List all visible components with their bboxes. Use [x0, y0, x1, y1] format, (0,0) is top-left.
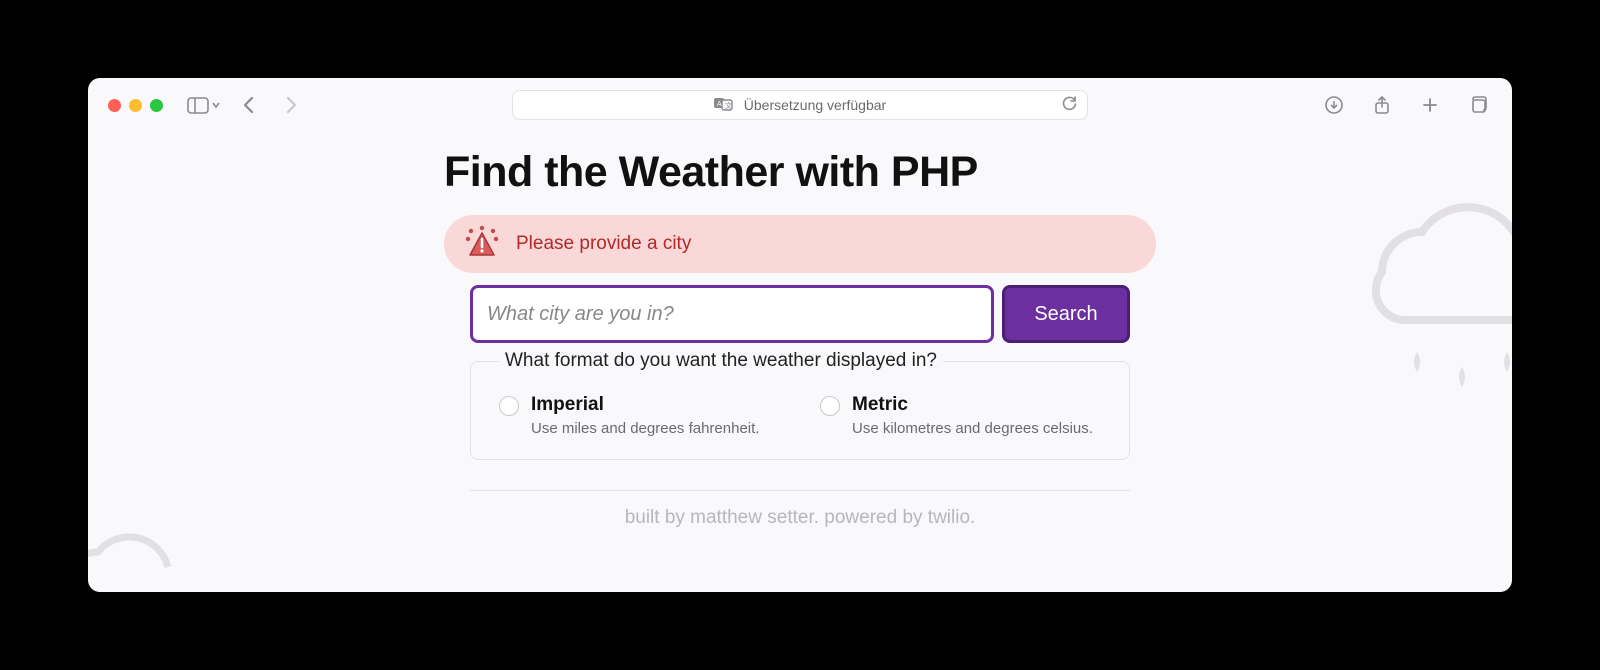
footer-text: built by matthew setter. powered by twil…	[444, 507, 1156, 529]
nav-forward-button[interactable]	[277, 91, 305, 119]
format-legend: What format do you want the weather disp…	[499, 350, 943, 372]
option-description: Use miles and degrees fahrenheit.	[531, 420, 759, 437]
search-button[interactable]: Search	[1002, 285, 1130, 343]
error-alert: Please provide a city	[444, 215, 1156, 273]
option-description: Use kilometres and degrees celsius.	[852, 420, 1093, 437]
svg-text:文: 文	[725, 101, 732, 110]
tab-overview-button[interactable]	[1464, 91, 1492, 119]
new-tab-button[interactable]	[1416, 91, 1444, 119]
reload-icon[interactable]	[1062, 96, 1077, 115]
translate-icon: A文	[714, 96, 734, 115]
sidebar-toggle-button[interactable]	[187, 97, 221, 114]
main-content: Find the Weather with PHP Please provide	[444, 148, 1156, 529]
minimize-window-button[interactable]	[129, 99, 142, 112]
format-option-metric[interactable]: Metric Use kilometres and degrees celsiu…	[820, 394, 1101, 437]
alert-icon	[464, 225, 500, 264]
close-window-button[interactable]	[108, 99, 121, 112]
cloud-decoration-bl-icon	[88, 502, 188, 592]
maximize-window-button[interactable]	[150, 99, 163, 112]
address-bar[interactable]: A文 Übersetzung verfügbar	[512, 90, 1088, 120]
radio-imperial[interactable]	[499, 396, 519, 416]
footer-separator	[470, 490, 1130, 491]
share-button[interactable]	[1368, 91, 1396, 119]
search-row: Search	[444, 285, 1156, 343]
nav-back-button[interactable]	[235, 91, 263, 119]
window-controls	[108, 99, 163, 112]
cloud-decoration-icon	[1312, 152, 1512, 412]
page-body: Find the Weather with PHP Please provide	[88, 132, 1512, 592]
svg-text:A: A	[717, 101, 722, 108]
option-label: Metric	[852, 394, 1093, 416]
toolbar-right	[1320, 91, 1492, 119]
format-fieldset: What format do you want the weather disp…	[470, 361, 1130, 460]
radio-metric[interactable]	[820, 396, 840, 416]
browser-window: A文 Übersetzung verfügbar	[88, 78, 1512, 592]
option-label: Imperial	[531, 394, 759, 416]
page-title: Find the Weather with PHP	[444, 148, 1156, 197]
address-bar-text: Übersetzung verfügbar	[744, 97, 886, 113]
format-option-imperial[interactable]: Imperial Use miles and degrees fahrenhei…	[499, 394, 780, 437]
city-input[interactable]	[470, 285, 994, 343]
alert-message: Please provide a city	[516, 233, 691, 255]
browser-toolbar: A文 Übersetzung verfügbar	[88, 78, 1512, 132]
downloads-button[interactable]	[1320, 91, 1348, 119]
